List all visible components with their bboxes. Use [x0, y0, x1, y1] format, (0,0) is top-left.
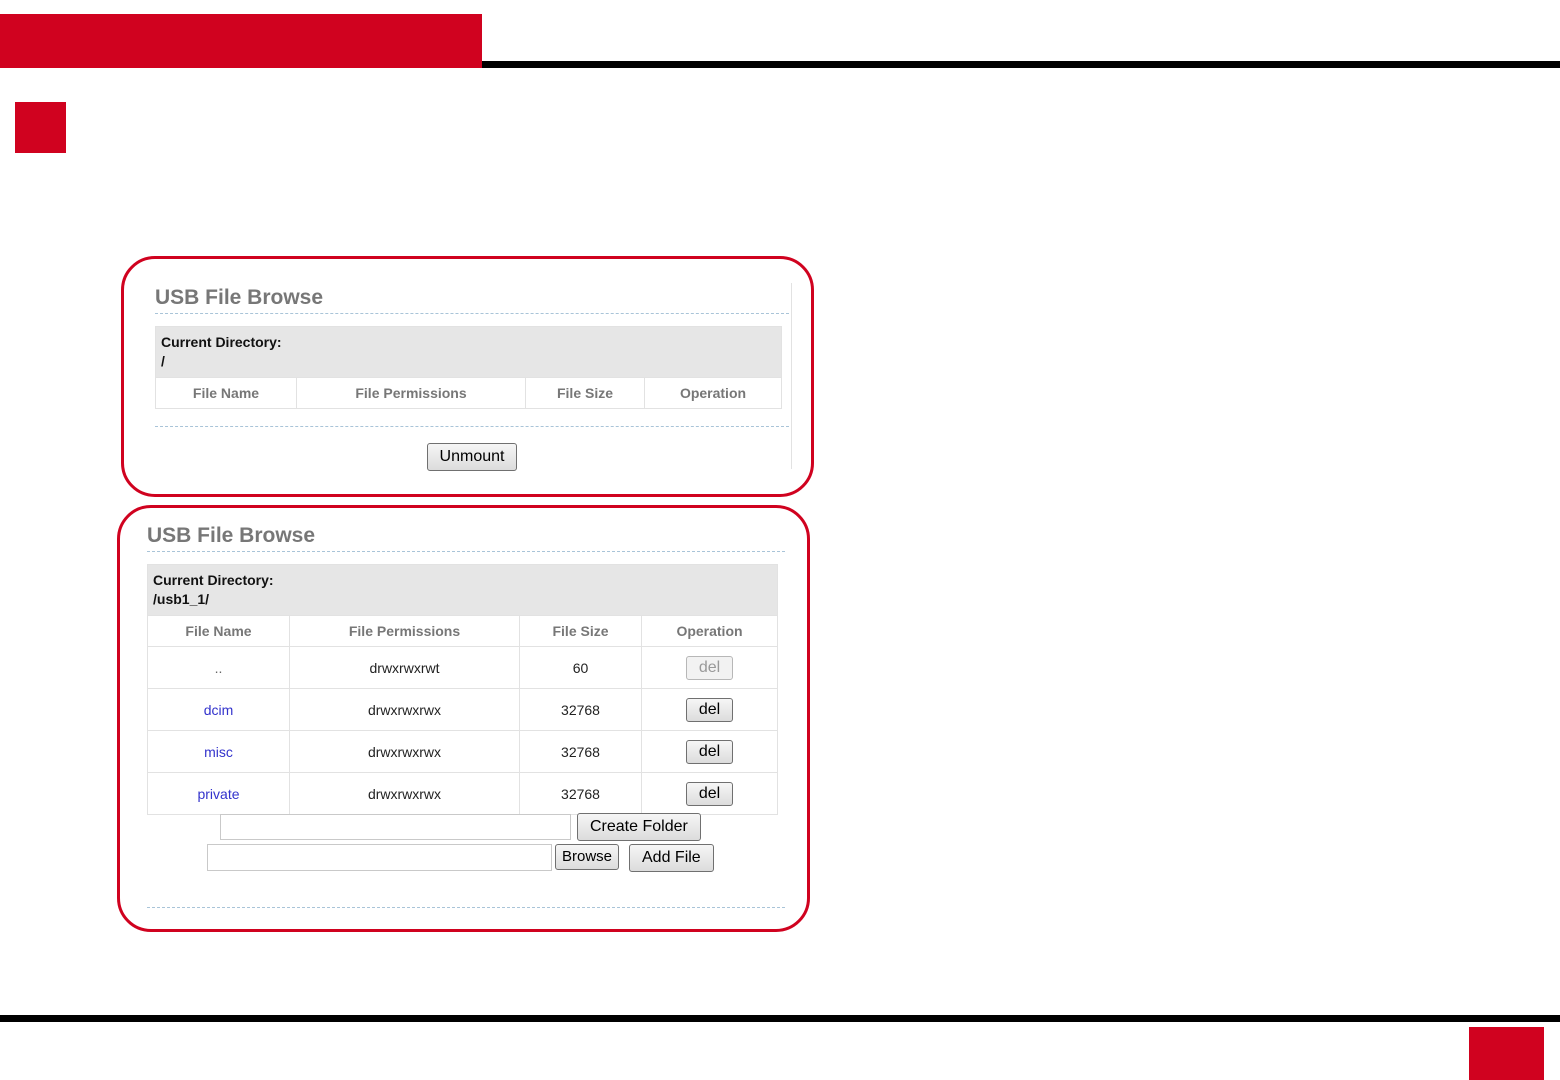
- usb-file-browse-panel-2: USB File Browse Current Directory: /usb1…: [147, 521, 785, 815]
- header-rule: [482, 61, 1560, 68]
- file-name-link-private[interactable]: private: [147, 772, 290, 815]
- table-row: .. drwxrwxrwt 60 del: [147, 646, 778, 689]
- column-header-file-size: File Size: [525, 377, 645, 409]
- add-file-button[interactable]: Add File: [629, 844, 714, 872]
- operation-cell: del: [641, 646, 778, 689]
- divider: [147, 907, 785, 908]
- current-directory-label: Current Directory:: [153, 572, 274, 588]
- table-row: misc drwxrwxrwx 32768 del: [147, 730, 778, 773]
- create-folder-button[interactable]: Create Folder: [577, 813, 701, 841]
- table-row: dcim drwxrwxrwx 32768 del: [147, 688, 778, 731]
- footer-rule: [0, 1015, 1560, 1022]
- column-header-operation: Operation: [644, 377, 782, 409]
- file-name-link-misc[interactable]: misc: [147, 730, 290, 773]
- usb-file-browse-panel-1: USB File Browse Current Directory: / Fil…: [155, 283, 789, 471]
- section-marker: [15, 102, 66, 153]
- column-header-operation: Operation: [641, 615, 778, 647]
- page-number-marker: [1469, 1027, 1544, 1080]
- file-size: 32768: [519, 730, 642, 773]
- panel-title: USB File Browse: [147, 521, 785, 552]
- file-table: Current Directory: /usb1_1/ File Name Fi…: [147, 564, 778, 815]
- del-button-misc[interactable]: del: [685, 739, 734, 764]
- column-header-file-size: File Size: [519, 615, 642, 647]
- file-permissions: drwxrwxrwx: [289, 730, 520, 773]
- column-header-file-permissions: File Permissions: [296, 377, 526, 409]
- unmount-button[interactable]: Unmount: [426, 443, 518, 471]
- current-directory: Current Directory: /usb1_1/: [147, 564, 778, 616]
- file-size: 32768: [519, 688, 642, 731]
- file-path-input[interactable]: [207, 844, 552, 871]
- folder-name-input[interactable]: [220, 814, 571, 840]
- file-size: 60: [519, 646, 642, 689]
- operation-cell: del: [641, 772, 778, 815]
- file-name-link-dcim[interactable]: dcim: [147, 688, 290, 731]
- column-header-file-name: File Name: [155, 377, 297, 409]
- file-permissions: drwxrwxrwx: [289, 688, 520, 731]
- del-button-private[interactable]: del: [685, 781, 734, 806]
- file-size: 32768: [519, 772, 642, 815]
- column-header-file-name: File Name: [147, 615, 290, 647]
- file-permissions: drwxrwxrwt: [289, 646, 520, 689]
- table-row: private drwxrwxrwx 32768 del: [147, 772, 778, 815]
- file-name-parent[interactable]: ..: [147, 646, 290, 689]
- del-button-disabled: del: [685, 655, 734, 680]
- header-red-bar: [0, 14, 482, 68]
- operation-cell: del: [641, 730, 778, 773]
- panel-title: USB File Browse: [155, 283, 789, 314]
- column-header-file-permissions: File Permissions: [289, 615, 520, 647]
- file-table: Current Directory: / File Name File Perm…: [155, 326, 782, 409]
- divider: [155, 426, 789, 427]
- current-directory: Current Directory: /: [155, 326, 782, 378]
- current-directory-path: /usb1_1/: [153, 591, 210, 607]
- del-button-dcim[interactable]: del: [685, 697, 734, 722]
- operation-cell: del: [641, 688, 778, 731]
- browse-button[interactable]: Browse: [555, 844, 620, 870]
- file-permissions: drwxrwxrwx: [289, 772, 520, 815]
- current-directory-path: /: [161, 353, 165, 369]
- panel-1-right-border: [791, 283, 792, 469]
- current-directory-label: Current Directory:: [161, 334, 282, 350]
